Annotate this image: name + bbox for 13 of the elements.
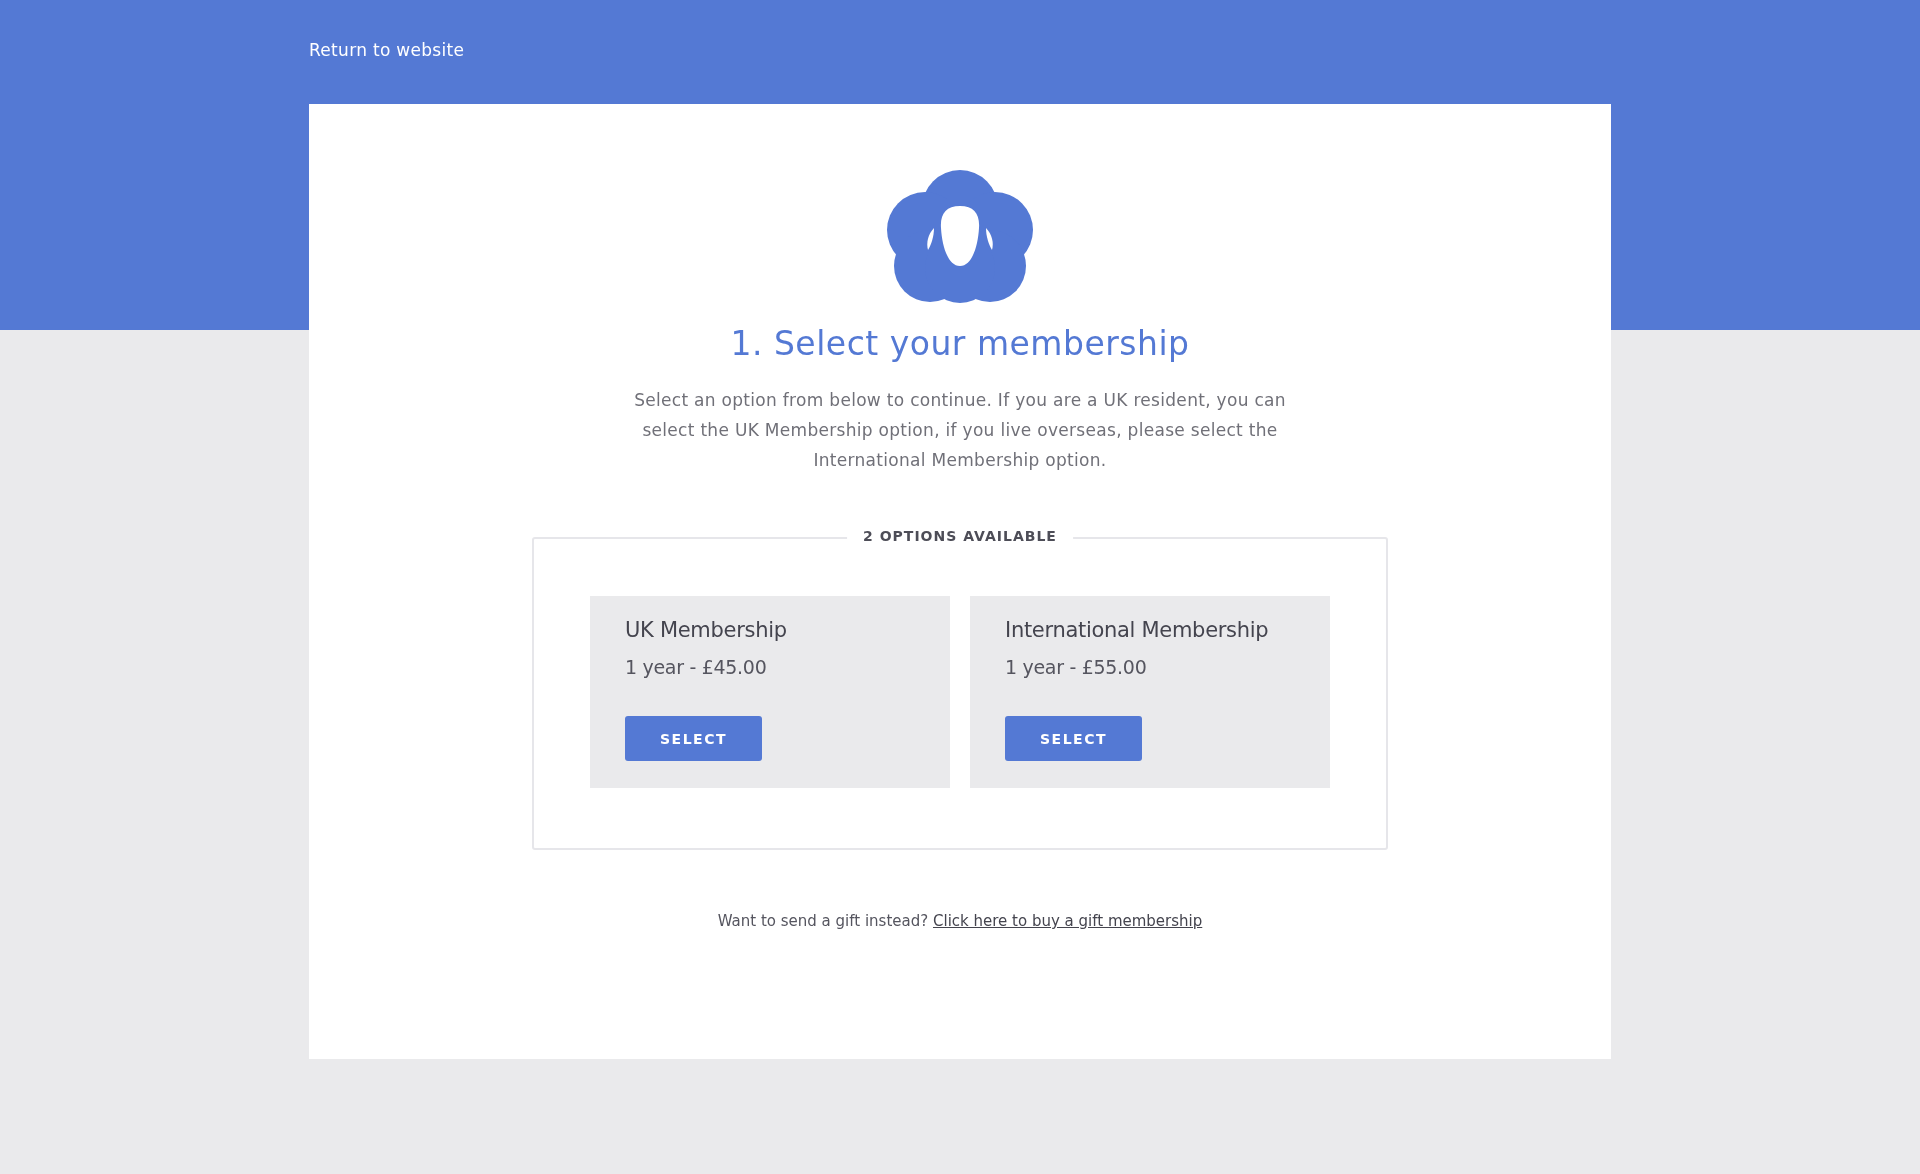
intro-text: Select an option from below to continue. If you are a UK resident, you can select the UK Membership option, if you live overseas, please select the International Membership option. [633,389,1287,472]
select-button[interactable]: SELECT [625,716,762,761]
option-price: 1 year - £55.00 [1005,656,1148,678]
sheep-logo-icon [885,168,1035,304]
return-link[interactable]: Return to website [309,40,465,60]
gift-text: Want to send a gift instead? Click here to buy a gift membership [717,912,1203,930]
gift-link[interactable]: Click here to buy a gift membership [933,912,1203,930]
page-title: 1. Select your membership [730,324,1190,363]
select-button[interactable]: SELECT [1005,716,1142,761]
option-price: 1 year - £45.00 [625,656,768,678]
option-title: UK Membership [625,618,788,642]
option-title: International Membership [1005,618,1270,642]
options-legend: 2 OPTIONS AVAILABLE [847,528,1073,544]
